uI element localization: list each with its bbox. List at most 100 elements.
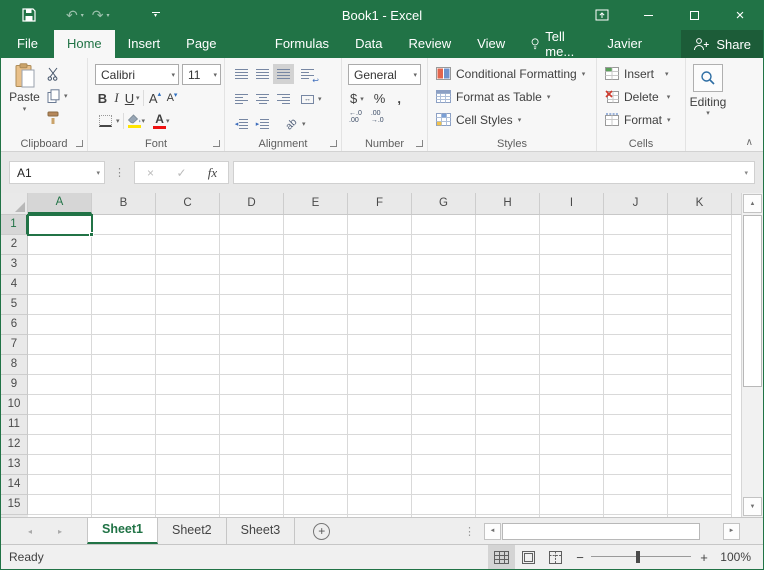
orientation-dropdown-icon[interactable]: ▾ [302, 120, 306, 128]
editing-button[interactable] [693, 64, 723, 92]
align-left-button[interactable] [231, 89, 252, 109]
page-break-preview-button[interactable] [542, 545, 569, 569]
insert-function-button[interactable]: fx [197, 165, 228, 181]
increase-indent-button[interactable]: ▸ [252, 114, 273, 134]
wrap-text-button[interactable]: ↩ [297, 64, 318, 84]
borders-button[interactable] [95, 111, 116, 131]
tab-file[interactable]: File [1, 30, 54, 58]
middle-align-button[interactable] [252, 64, 273, 84]
comma-button[interactable]: , [397, 91, 401, 106]
column-header-E[interactable]: E [284, 193, 348, 214]
sheet-bar-grip-icon[interactable]: ⋮ [464, 525, 475, 538]
horizontal-scrollbar[interactable]: ◄ ► [483, 522, 741, 541]
paste-button[interactable]: Paste ▾ [6, 63, 43, 129]
row-header-1[interactable]: 1 [1, 215, 28, 235]
number-format-combo[interactable]: General▾ [348, 64, 421, 85]
sheet-nav-right-icon[interactable]: ▸ [45, 518, 75, 544]
paste-dropdown-icon[interactable]: ▾ [23, 105, 27, 113]
insert-cells-button[interactable]: Insert ▾ [597, 62, 685, 85]
zoom-out-button[interactable]: − [569, 550, 591, 565]
bold-button[interactable]: B [95, 91, 110, 106]
increase-decimal-button[interactable]: ←.0.00 [349, 110, 362, 124]
tab-review[interactable]: Review [396, 30, 465, 58]
vertical-scroll-thumb[interactable] [743, 215, 762, 387]
column-header-J[interactable]: J [604, 193, 668, 214]
clipboard-dialog-launcher-icon[interactable] [76, 140, 83, 147]
grow-font-button[interactable]: A▴ [147, 91, 164, 106]
merge-dropdown-icon[interactable]: ▾ [318, 95, 322, 103]
zoom-level[interactable]: 100% [717, 550, 763, 564]
cells-grid[interactable] [28, 215, 732, 517]
normal-view-button[interactable] [488, 545, 515, 569]
row-header-6[interactable]: 6 [1, 315, 28, 335]
scroll-up-icon[interactable]: ▲ [743, 194, 762, 213]
cancel-button[interactable]: × [135, 166, 166, 180]
customize-qat-button[interactable]: ▾ [152, 12, 160, 18]
column-header-I[interactable]: I [540, 193, 604, 214]
close-button[interactable]: × [717, 0, 763, 30]
selected-cell-A1[interactable] [27, 214, 93, 236]
row-header-7[interactable]: 7 [1, 335, 28, 355]
column-header-H[interactable]: H [476, 193, 540, 214]
scroll-down-icon[interactable]: ▼ [743, 497, 762, 516]
undo-button[interactable]: ↶▾ [66, 7, 84, 24]
tab-formulas[interactable]: Formulas [262, 30, 342, 58]
row-header-2[interactable]: 2 [1, 235, 28, 255]
row-header-11[interactable]: 11 [1, 415, 28, 435]
tab-page-layout[interactable]: Page Layout [173, 30, 262, 58]
orientation-button[interactable]: ab [281, 114, 302, 134]
italic-button[interactable]: I [110, 90, 123, 106]
sheet-tab-sheet3[interactable]: Sheet3 [227, 518, 296, 544]
minimize-button[interactable] [625, 0, 671, 30]
bottom-align-button[interactable] [273, 64, 294, 84]
format-as-table-button[interactable]: Format as Table ▾ [428, 85, 596, 108]
number-format-dropdown-icon[interactable]: ▾ [413, 71, 417, 79]
formula-bar-grip-icon[interactable]: ⋮ [114, 166, 125, 179]
column-header-K[interactable]: K [668, 193, 732, 214]
row-header-5[interactable]: 5 [1, 295, 28, 315]
format-cells-button[interactable]: Format ▾ [597, 108, 685, 131]
column-header-B[interactable]: B [92, 193, 156, 214]
page-layout-view-button[interactable] [515, 545, 542, 569]
align-right-button[interactable] [273, 89, 294, 109]
copy-button[interactable]: ▾ [47, 85, 68, 107]
zoom-in-button[interactable]: + [691, 550, 717, 565]
alignment-dialog-launcher-icon[interactable] [330, 140, 337, 147]
row-header-10[interactable]: 10 [1, 395, 28, 415]
copy-dropdown-icon[interactable]: ▾ [64, 92, 68, 100]
horizontal-scroll-track[interactable] [700, 522, 722, 541]
underline-dropdown-icon[interactable]: ▾ [136, 94, 140, 102]
zoom-slider-knob[interactable] [636, 551, 640, 563]
vertical-scroll-track[interactable] [742, 388, 763, 497]
center-button[interactable] [252, 89, 273, 109]
decrease-indent-button[interactable]: ◂ [231, 114, 252, 134]
font-color-dropdown-icon[interactable]: ▾ [166, 117, 170, 125]
tab-home[interactable]: Home [54, 30, 115, 58]
row-header-12[interactable]: 12 [1, 435, 28, 455]
column-header-A[interactable]: A [28, 193, 92, 214]
number-dialog-launcher-icon[interactable] [416, 140, 423, 147]
fill-handle[interactable] [89, 232, 94, 237]
font-name-dropdown-icon[interactable]: ▾ [171, 71, 175, 79]
column-header-C[interactable]: C [156, 193, 220, 214]
undo-dropdown-icon[interactable]: ▾ [81, 12, 84, 19]
zoom-slider-track[interactable] [591, 556, 691, 557]
tab-view[interactable]: View [464, 30, 518, 58]
new-sheet-button[interactable]: + [313, 523, 330, 540]
enter-button[interactable]: ✓ [166, 166, 197, 180]
row-header-13[interactable]: 13 [1, 455, 28, 475]
name-box[interactable]: A1▾ [9, 161, 105, 184]
font-size-combo[interactable]: 11▾ [182, 64, 221, 85]
tab-data[interactable]: Data [342, 30, 395, 58]
underline-button[interactable]: U [123, 91, 136, 106]
sheet-tab-sheet2[interactable]: Sheet2 [158, 518, 227, 544]
column-header-F[interactable]: F [348, 193, 412, 214]
percent-button[interactable]: % [374, 91, 386, 106]
horizontal-scroll-thumb[interactable] [502, 523, 700, 540]
font-dialog-launcher-icon[interactable] [213, 140, 220, 147]
column-header-G[interactable]: G [412, 193, 476, 214]
format-painter-button[interactable] [47, 107, 68, 129]
sheet-nav-left-icon[interactable]: ◂ [15, 518, 45, 544]
formula-input[interactable]: ▾ [233, 161, 755, 184]
row-header-9[interactable]: 9 [1, 375, 28, 395]
